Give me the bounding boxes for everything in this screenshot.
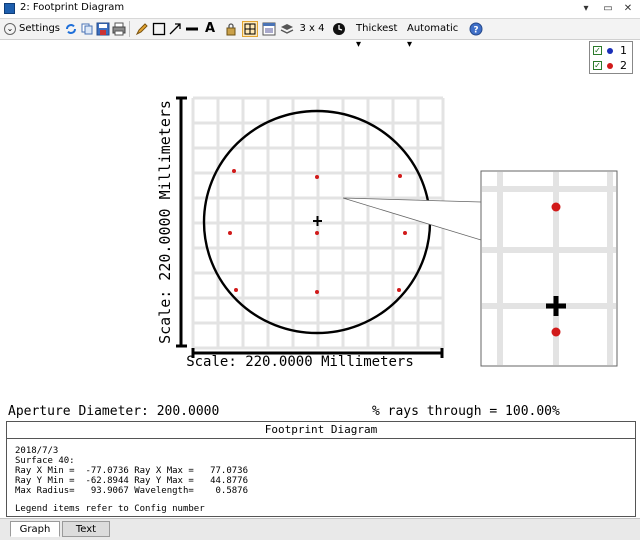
tab-bar: Graph Text <box>0 518 640 540</box>
scale-select[interactable]: Automatic ▾ <box>407 21 463 50</box>
ray-point <box>232 169 236 173</box>
settings-button[interactable]: Settings <box>19 21 60 37</box>
info-panel: Footprint Diagram 2018/7/3 Surface 40: R… <box>6 421 636 517</box>
line-thickness-select[interactable]: Thickest ▾ <box>356 21 402 50</box>
ray-point <box>315 231 319 235</box>
panel-row-radius: Max Radius= 93.9067 Wavelength= 0.5876 <box>15 486 248 496</box>
refresh-icon[interactable] <box>64 22 78 36</box>
ray-point <box>398 174 402 178</box>
app-icon <box>4 3 15 14</box>
help-icon[interactable]: ? <box>469 22 483 36</box>
dropdown-icon[interactable]: ▾ <box>578 1 594 16</box>
zoom-ray-point <box>551 327 561 337</box>
line-thickness-label: Thickest <box>356 23 398 34</box>
svg-text:?: ? <box>473 26 478 36</box>
panel-surface: Surface 40: <box>15 456 75 466</box>
arrow-icon[interactable] <box>168 22 182 36</box>
y-scale-bar <box>176 96 187 348</box>
save-icon[interactable] <box>96 22 110 36</box>
copy-icon[interactable] <box>80 22 94 36</box>
layers-icon[interactable] <box>280 22 294 36</box>
pin-icon[interactable]: ▭ <box>600 1 616 16</box>
panel-row-x: Ray X Min = -77.0736 Ray X Max = 77.0736 <box>15 466 248 476</box>
zoom-callout-pointer <box>342 197 482 241</box>
grid-layout-button[interactable] <box>242 21 258 37</box>
text-tool-icon[interactable]: A <box>203 21 217 37</box>
rays-through-text: % rays through = 100.00% <box>372 404 560 419</box>
panel-row-y: Ray Y Min = -62.8944 Ray Y Max = 44.8776 <box>15 476 248 486</box>
scale-label: Automatic <box>407 23 459 34</box>
layout-select[interactable]: 3 x 4 <box>299 21 325 37</box>
ray-point <box>403 231 407 235</box>
zoom-inset <box>480 170 618 367</box>
ray-point <box>234 288 238 292</box>
layout-grid-icon <box>244 23 256 35</box>
lock-icon[interactable] <box>224 22 238 36</box>
print-icon[interactable] <box>112 22 126 36</box>
footprint-plot: Scale: 220.0000 Millimeters Scale: 220.0… <box>156 96 618 370</box>
tab-text[interactable]: Text <box>62 521 110 537</box>
y-scale-label: Scale: 220.0000 Millimeters <box>156 100 174 344</box>
panel-title: Footprint Diagram <box>7 422 635 439</box>
rectangle-icon[interactable] <box>152 22 166 36</box>
panel-note: Legend items refer to Config number <box>15 504 205 514</box>
settings-chevron-icon[interactable]: ⌄ <box>4 23 16 35</box>
ray-point <box>397 288 401 292</box>
tab-graph[interactable]: Graph <box>10 521 60 537</box>
ray-point <box>315 175 319 179</box>
toolbar-divider <box>129 21 130 37</box>
ray-point <box>228 231 232 235</box>
pencil-icon[interactable] <box>135 22 149 36</box>
panel-date: 2018/7/3 <box>15 446 59 456</box>
line-icon[interactable] <box>185 22 199 36</box>
toolbar: ⌄ Settings A 3 x 4 Thickest ▾ Automatic … <box>0 19 640 50</box>
window-layout-icon[interactable] <box>262 22 276 36</box>
aperture-diameter-text: Aperture Diameter: 200.0000 <box>8 404 220 419</box>
close-icon[interactable]: ✕ <box>620 1 636 16</box>
title-bar: 2: Footprint Diagram ▾ ▭ ✕ <box>0 0 640 19</box>
clock-icon[interactable] <box>332 22 346 36</box>
window-title: 2: Footprint Diagram <box>20 2 125 13</box>
x-scale-label: Scale: 220.0000 Millimeters <box>186 354 414 370</box>
ray-point <box>315 290 319 294</box>
zoom-ray-point <box>551 202 561 212</box>
